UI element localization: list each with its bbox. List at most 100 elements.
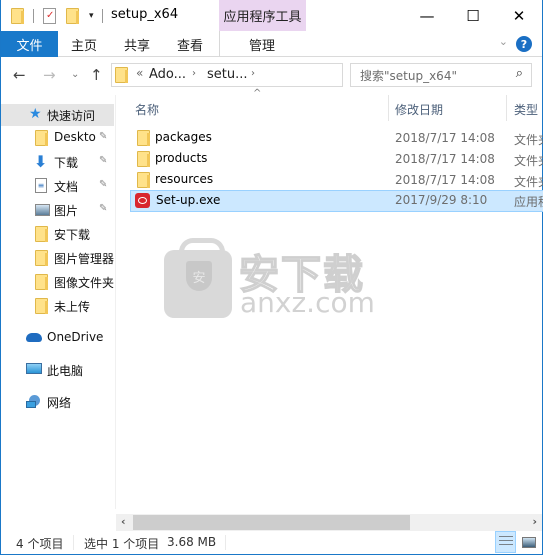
quick-access-toolbar: ✓ ▾ [11,0,103,31]
sidebar-item-network[interactable]: 网络 [1,391,114,413]
folder-icon [35,298,48,314]
breadcrumb-separator-icon[interactable]: › [251,68,255,79]
search-box[interactable]: 搜索"setup_x64" ⌕ [350,63,532,87]
sidebar-item-this-pc[interactable]: 此电脑 [1,359,114,381]
sidebar-item-desktop[interactable]: Deskto ✎ [1,127,114,149]
sidebar-item-label: 安下载 [54,228,91,242]
scroll-left-icon[interactable]: ‹ [121,515,126,528]
folder-icon [35,274,48,290]
file-type: 应用程序 [514,195,543,209]
pane-divider[interactable] [115,95,116,509]
details-view-button[interactable] [495,531,516,553]
search-input[interactable]: 搜索"setup_x64" [360,67,457,84]
horizontal-scrollbar[interactable]: ‹ › [116,514,542,531]
window-title: setup_x64 [111,7,179,22]
sidebar-item-image-folder[interactable]: 图像文件夹 [1,271,114,293]
sidebar-item-label: 未上传 [54,300,91,314]
large-icons-view-button[interactable] [518,531,539,553]
sidebar-item-label: 此电脑 [47,364,84,378]
file-row[interactable]: products 2018/7/17 14:08 文件夹 [130,149,543,170]
customize-dropdown-icon[interactable]: ▾ [89,11,94,21]
folder-icon [35,130,48,146]
file-date: 2018/7/17 14:08 [395,131,495,145]
back-button[interactable]: ← [13,66,26,84]
sidebar-item-onedrive[interactable]: OneDrive [1,327,114,349]
sidebar-item-label: 下载 [54,156,79,170]
file-name: resources [155,172,214,186]
sort-ascending-icon: ^ [253,88,262,99]
tab-home[interactable]: 主页 [63,31,105,57]
sidebar-item-downloads[interactable]: ⬇ 下载 ✎ [1,151,114,173]
close-button[interactable]: ✕ [496,0,542,31]
search-icon[interactable]: ⌕ [516,66,523,81]
large-icons-view-icon [521,536,536,548]
forward-button[interactable]: → [43,66,56,84]
help-icon[interactable]: ? [516,36,532,52]
toolbar-separator [101,8,103,23]
sidebar-item-label: 快速访问 [47,109,96,123]
column-header-date[interactable]: 修改日期 [395,101,443,127]
details-view-icon [498,536,513,548]
sidebar-item-quick-access[interactable]: ★ 快速访问 [1,104,114,126]
tab-share[interactable]: 共享 [116,31,158,57]
toolbar-separator [33,8,34,23]
folder-icon [35,226,48,242]
tab-manage[interactable]: 管理 [241,31,283,57]
file-row-selected[interactable]: Set-up.exe 2017/9/29 8:10 应用程序 [130,190,543,212]
minimize-button[interactable]: — [404,0,450,31]
file-row[interactable]: resources 2018/7/17 14:08 文件夹 [130,170,543,191]
sidebar-item-not-uploaded[interactable]: 未上传 [1,295,114,317]
sidebar-item-label: 图像文件夹 [54,276,114,290]
file-type: 文件夹 [514,175,543,189]
scrollbar-thumb[interactable] [133,515,410,530]
watermark-shield-icon: 安 [186,261,212,291]
tab-file[interactable]: 文件 [1,31,58,57]
pin-icon[interactable]: ✎ [99,155,107,166]
up-button[interactable]: ↑ [90,66,103,84]
new-folder-icon[interactable] [66,7,79,24]
column-divider[interactable] [388,95,389,121]
star-icon: ★ [29,106,42,122]
tab-view[interactable]: 查看 [169,31,211,57]
pin-icon[interactable]: ✎ [99,131,107,142]
title-bar: ✓ ▾ setup_x64 应用程序工具 — ☐ ✕ [1,0,542,31]
folder-icon [137,172,150,188]
status-bar: 4 个项目 选中 1 个项目 3.68 MB [1,532,542,554]
minimize-icon: — [419,6,435,25]
close-icon: ✕ [512,6,526,25]
pin-icon[interactable]: ✎ [99,203,107,214]
file-row[interactable]: packages 2018/7/17 14:08 文件夹 [130,128,543,149]
sidebar-item-anxz[interactable]: 安下载 [1,223,114,245]
contextual-tab-group-label: 应用程序工具 [219,0,306,31]
folder-icon[interactable] [11,7,24,24]
breadcrumb-setup[interactable]: setu... [207,67,248,82]
file-type: 文件夹 [514,133,543,147]
maximize-button[interactable]: ☐ [450,0,496,31]
breadcrumb-separator-icon[interactable]: › [192,68,196,79]
folder-icon [35,250,48,266]
properties-icon[interactable]: ✓ [43,7,56,24]
address-bar[interactable]: « Ado... › setu... › ⌄ ↻ [111,63,446,87]
expand-ribbon-icon[interactable]: ⌄ [499,35,508,48]
folder-icon [115,67,128,83]
column-header-type[interactable]: 类型 [514,101,538,127]
scroll-right-icon[interactable]: › [532,515,537,528]
pictures-icon [35,204,50,216]
pin-icon[interactable]: ✎ [99,179,107,190]
tab-divider [219,31,220,57]
file-name: products [155,151,208,165]
download-icon: ⬇ [34,152,48,171]
overflow-chevron-icon[interactable]: « [136,66,143,80]
recent-locations-button[interactable]: ⌄ [71,69,79,80]
breadcrumb-adobe[interactable]: Ado... [149,67,186,82]
column-header-name[interactable]: 名称 [135,101,159,127]
folder-icon [137,130,150,146]
selection-size: 3.68 MB [167,535,217,549]
sidebar-item-pictures[interactable]: 图片 ✎ [1,199,114,221]
column-divider[interactable] [506,95,507,121]
sidebar-item-picture-manager[interactable]: 图片管理器 [1,247,114,269]
sidebar-item-documents[interactable]: ≡ 文档 ✎ [1,175,114,197]
sidebar-item-label: 文档 [54,180,79,194]
status-divider [225,535,226,550]
watermark-url: anxz.com [240,286,375,319]
